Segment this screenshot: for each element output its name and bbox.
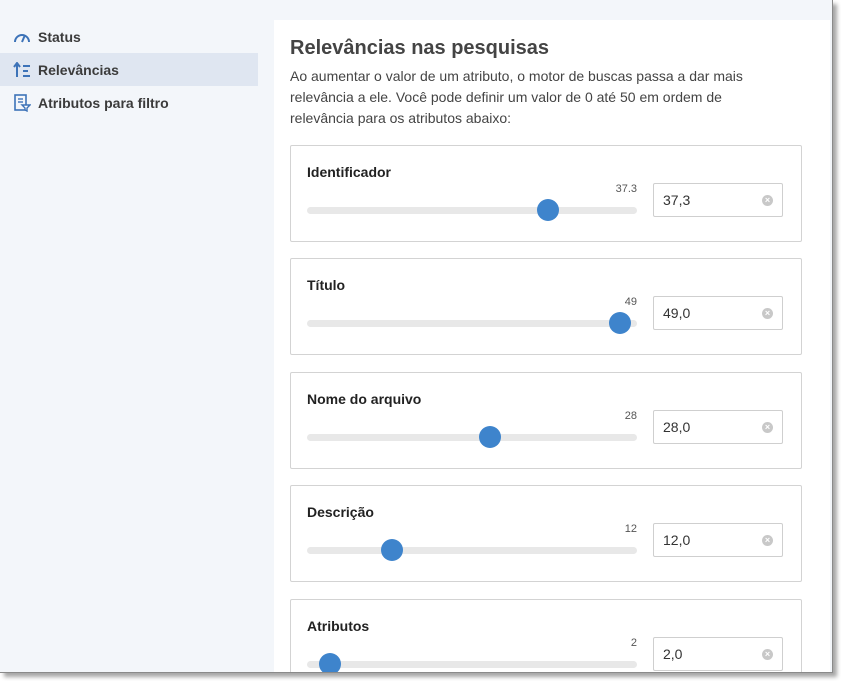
slider-value-label: 49: [624, 296, 637, 308]
attribute-label: Título: [307, 277, 346, 293]
slider-thumb[interactable]: [319, 653, 342, 672]
window: Status Relevâncias Atributos para filtro…: [0, 0, 833, 673]
sort-relevance-icon: [12, 61, 32, 79]
attribute-label: Identificador: [307, 164, 392, 180]
input-value: 49,0: [663, 305, 691, 321]
clear-icon[interactable]: ×: [762, 421, 773, 433]
slider-value-label: 37.3: [615, 183, 637, 195]
page-description: Ao aumentar o valor de um atributo, o mo…: [290, 68, 743, 126]
attribute-label: Descrição: [307, 504, 374, 520]
sidebar: Status Relevâncias Atributos para filtro: [0, 20, 258, 119]
slider-value-label: 28: [624, 410, 637, 422]
input-value: 12,0: [663, 532, 691, 548]
input-value: 2,0: [663, 646, 683, 662]
slider-thumb[interactable]: [608, 312, 631, 334]
gauge-icon: [12, 28, 32, 46]
page-title: Relevâncias nas pesquisas: [290, 37, 550, 59]
clear-icon[interactable]: ×: [762, 194, 773, 206]
clear-icon[interactable]: ×: [762, 534, 773, 546]
filter-document-icon: [12, 93, 32, 112]
slider-thumb[interactable]: [479, 426, 502, 448]
attribute-label: Nome do arquivo: [307, 391, 422, 407]
sidebar-item-label: Atributos para filtro: [38, 94, 169, 111]
sidebar-item-label: Status: [38, 28, 81, 45]
clear-icon[interactable]: ×: [762, 307, 773, 319]
sidebar-item-status[interactable]: Status: [0, 20, 258, 53]
slider-thumb[interactable]: [380, 539, 403, 561]
sidebar-item-label: Relevâncias: [38, 61, 119, 78]
main-panel: Relevâncias nas pesquisas Ao aumentar o …: [274, 20, 830, 672]
slider-value-label: 2: [630, 637, 637, 649]
relevance-slider[interactable]: [307, 426, 637, 448]
relevance-input[interactable]: 49,0 ×: [653, 296, 783, 330]
relevance-card: Nome do arquivo 28 28,0 ×: [290, 372, 802, 469]
relevance-card: Atributos 2 2,0 ×: [290, 599, 802, 672]
slider-value-label: 12: [624, 523, 637, 535]
relevance-card: Descrição 12 12,0 ×: [290, 485, 802, 582]
relevance-input[interactable]: 12,0 ×: [653, 523, 783, 557]
sidebar-item-atributos-filtro[interactable]: Atributos para filtro: [0, 86, 258, 119]
attribute-label: Atributos: [307, 618, 370, 634]
sidebar-item-relevancias[interactable]: Relevâncias: [0, 53, 258, 86]
relevance-card: Título 49 49,0 ×: [290, 258, 802, 355]
relevance-card: Identificador 37.3 37,3 ×: [290, 145, 802, 242]
relevance-input[interactable]: 37,3 ×: [653, 183, 783, 217]
slider-thumb[interactable]: [536, 199, 559, 221]
relevance-input[interactable]: 28,0 ×: [653, 410, 783, 444]
input-value: 37,3: [663, 192, 691, 208]
relevance-slider[interactable]: [307, 539, 637, 561]
clear-icon[interactable]: ×: [762, 648, 773, 660]
relevance-slider[interactable]: [307, 653, 637, 672]
input-value: 28,0: [663, 419, 691, 435]
relevance-input[interactable]: 2,0 ×: [653, 637, 783, 671]
relevance-slider[interactable]: [307, 199, 637, 221]
relevance-slider[interactable]: [307, 312, 637, 334]
